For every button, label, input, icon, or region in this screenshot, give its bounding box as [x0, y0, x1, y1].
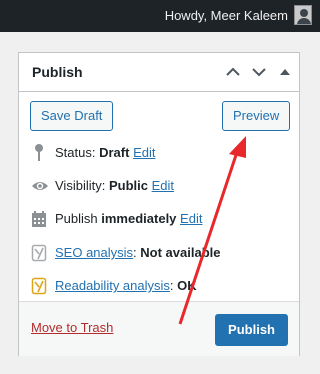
status-label: Status:: [55, 145, 96, 160]
move-to-trash-link[interactable]: Move to Trash: [31, 320, 113, 335]
move-down-icon[interactable]: [250, 63, 268, 81]
toggle-panel-icon[interactable]: [276, 63, 294, 81]
edit-schedule-link[interactable]: Edit: [180, 211, 202, 226]
calendar-icon: [31, 209, 47, 229]
move-up-icon[interactable]: [224, 63, 242, 81]
edit-status-link[interactable]: Edit: [133, 145, 155, 160]
avatar[interactable]: [294, 5, 312, 25]
edit-visibility-link[interactable]: Edit: [152, 178, 174, 193]
pin-icon: [31, 143, 47, 163]
eye-icon: [31, 176, 48, 196]
schedule-label: Publish: [55, 211, 98, 226]
howdy-greeting[interactable]: Howdy, Meer Kaleem: [165, 0, 288, 32]
visibility-value: Public: [108, 178, 148, 193]
status-value: Draft: [99, 145, 130, 160]
seo-value: Not available: [140, 245, 221, 260]
readability-analysis-link[interactable]: Readability analysis: [55, 278, 170, 293]
yoast-seo-icon: [31, 243, 47, 263]
schedule-value: immediately: [101, 211, 177, 226]
admin-bar: Howdy, Meer Kaleem: [0, 0, 320, 32]
panel-footer: Move to Trash Publish: [19, 301, 299, 356]
yoast-readability-icon: [31, 276, 47, 296]
panel-header: Publish: [19, 53, 299, 92]
panel-title: Publish: [32, 64, 83, 80]
publish-button[interactable]: Publish: [215, 314, 288, 346]
seo-analysis-link[interactable]: SEO analysis: [55, 245, 133, 260]
publish-panel: Publish Save Draft Preview Status: Draft…: [18, 52, 300, 356]
save-draft-button[interactable]: Save Draft: [30, 101, 114, 131]
preview-button[interactable]: Preview: [222, 101, 291, 131]
readability-value: OK: [177, 278, 197, 293]
visibility-label: Visibility:: [55, 178, 106, 193]
